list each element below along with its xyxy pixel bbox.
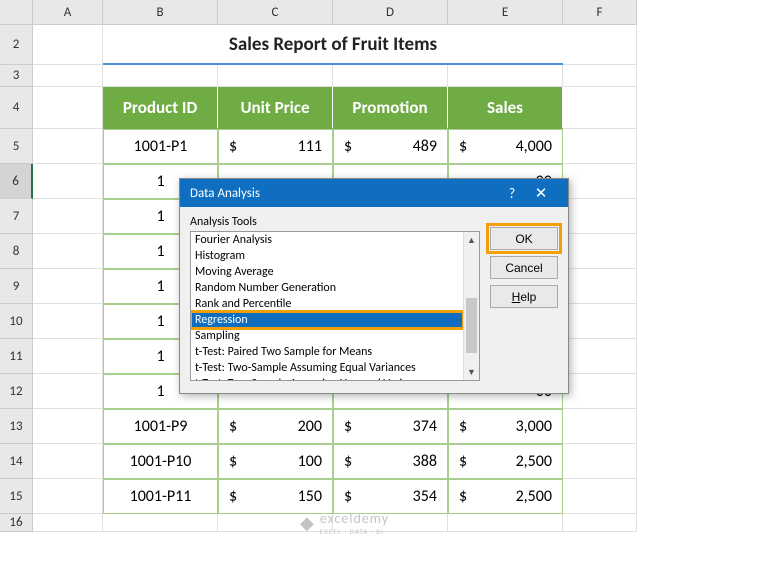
row-10[interactable]: 10: [0, 304, 33, 339]
dialog-titlebar[interactable]: Data Analysis ? ✕: [180, 179, 568, 207]
cancel-button[interactable]: Cancel: [490, 256, 558, 279]
list-item[interactable]: t-Test: Two-Sample Assuming Equal Varian…: [191, 360, 463, 376]
table-cell[interactable]: $150: [218, 479, 333, 514]
list-item[interactable]: Rank and Percentile: [191, 296, 463, 312]
col-A[interactable]: A: [33, 0, 103, 25]
data-analysis-dialog: Data Analysis ? ✕ Analysis Tools Fourier…: [179, 178, 569, 394]
row-15[interactable]: 15: [0, 479, 33, 514]
help-button[interactable]: Help: [490, 285, 558, 308]
table-cell[interactable]: 1001-P10: [103, 444, 218, 479]
list-item[interactable]: Fourier Analysis: [191, 232, 463, 248]
analysis-tools-listbox[interactable]: Fourier Analysis Histogram Moving Averag…: [190, 231, 480, 381]
row-5[interactable]: 5: [0, 129, 33, 164]
ok-button[interactable]: OK: [490, 227, 558, 250]
watermark: ◆ exceldemy EXCEL · DATA · BI: [300, 510, 389, 536]
table-cell[interactable]: $4,000: [448, 129, 563, 164]
header-sales: Sales: [448, 87, 563, 129]
table-cell[interactable]: $374: [333, 409, 448, 444]
table-cell[interactable]: $489: [333, 129, 448, 164]
scroll-thumb[interactable]: [466, 298, 477, 353]
table-cell[interactable]: $2,500: [448, 444, 563, 479]
table-cell[interactable]: $354: [333, 479, 448, 514]
row-9[interactable]: 9: [0, 269, 33, 304]
table-cell[interactable]: $111: [218, 129, 333, 164]
table-cell[interactable]: 1001-P11: [103, 479, 218, 514]
col-D[interactable]: D: [333, 0, 448, 25]
header-promotion: Promotion: [333, 87, 448, 129]
corner-cell[interactable]: [0, 0, 33, 25]
row-14[interactable]: 14: [0, 444, 33, 479]
list-item[interactable]: Random Number Generation: [191, 280, 463, 296]
scroll-up-icon[interactable]: ▲: [464, 232, 479, 248]
row-3[interactable]: 3: [0, 65, 33, 87]
col-B[interactable]: B: [103, 0, 218, 25]
table-cell[interactable]: 1001-P9: [103, 409, 218, 444]
cell-A2[interactable]: [33, 25, 103, 65]
row-13[interactable]: 13: [0, 409, 33, 444]
list-item[interactable]: Sampling: [191, 328, 463, 344]
help-icon[interactable]: ?: [500, 185, 524, 202]
col-F[interactable]: F: [563, 0, 637, 25]
list-item[interactable]: Histogram: [191, 248, 463, 264]
page-title: Sales Report of Fruit Items: [103, 25, 563, 65]
dialog-title: Data Analysis: [190, 186, 260, 201]
row-16[interactable]: 16: [0, 514, 33, 532]
row-11[interactable]: 11: [0, 339, 33, 374]
header-unit-price: Unit Price: [218, 87, 333, 129]
row-7[interactable]: 7: [0, 199, 33, 234]
table-cell[interactable]: $388: [333, 444, 448, 479]
row-6[interactable]: 6: [0, 164, 33, 199]
table-cell[interactable]: $100: [218, 444, 333, 479]
row-12[interactable]: 12: [0, 374, 33, 409]
row-8[interactable]: 8: [0, 234, 33, 269]
row-4[interactable]: 4: [0, 87, 33, 129]
header-product-id: Product ID: [103, 87, 218, 129]
cell-F2[interactable]: [563, 25, 637, 65]
scroll-down-icon[interactable]: ▼: [464, 364, 479, 380]
logo-icon: ◆: [300, 512, 314, 534]
list-item[interactable]: t-Test: Two-Sample Assuming Unequal Vari…: [191, 376, 463, 380]
table-cell[interactable]: 1001-P1: [103, 129, 218, 164]
col-C[interactable]: C: [218, 0, 333, 25]
list-item-regression[interactable]: Regression: [191, 312, 463, 328]
table-cell[interactable]: $2,500: [448, 479, 563, 514]
list-item[interactable]: t-Test: Paired Two Sample for Means: [191, 344, 463, 360]
analysis-tools-label: Analysis Tools: [190, 215, 480, 229]
list-item[interactable]: Moving Average: [191, 264, 463, 280]
col-E[interactable]: E: [448, 0, 563, 25]
scrollbar[interactable]: ▲ ▼: [463, 232, 479, 380]
row-2[interactable]: 2: [0, 25, 33, 65]
table-cell[interactable]: $3,000: [448, 409, 563, 444]
close-icon[interactable]: ✕: [524, 184, 558, 203]
table-cell[interactable]: $200: [218, 409, 333, 444]
scroll-track[interactable]: [464, 248, 479, 364]
